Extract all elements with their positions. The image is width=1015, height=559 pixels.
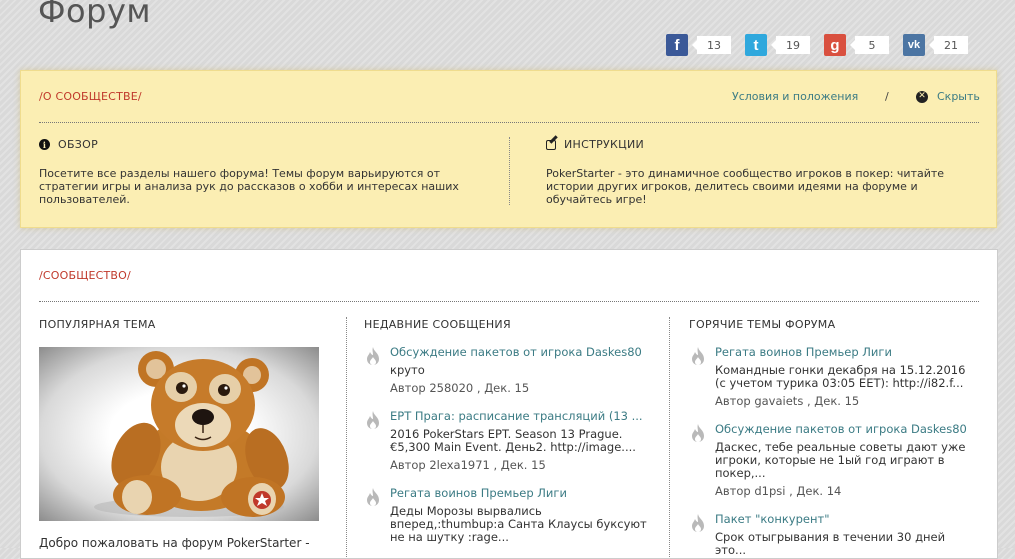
- instructions-heading-label: ИНСТРУКЦИИ: [564, 138, 645, 151]
- post-title-link[interactable]: Регата воинов Премьер Лиги: [390, 486, 647, 500]
- share-twitter[interactable]: t 19: [745, 34, 810, 56]
- post-title-link[interactable]: EPT Прага: расписание трансляций (13 ...: [390, 409, 647, 423]
- vk-icon[interactable]: vk: [903, 34, 925, 56]
- hot-topics-column: ГОРЯЧИЕ ТЕМЫ ФОРУМА Регата воинов Премье…: [689, 318, 979, 557]
- post-meta: Автор 258020 , Дек. 15: [390, 381, 530, 395]
- flame-icon: [364, 345, 382, 395]
- share-count: 5: [850, 36, 889, 54]
- divider: [39, 122, 979, 123]
- separator: /: [885, 90, 889, 103]
- list-item: Пакет "конкурент" Срок отыгрывания в теч…: [689, 512, 979, 557]
- post-excerpt: Срок отыгрывания в течении 30 дней это..…: [715, 530, 946, 557]
- hide-button[interactable]: ✕ Скрыть: [916, 90, 980, 103]
- flame-icon: [364, 409, 382, 472]
- post-excerpt: Деды Морозы вырвались вперед,:thumbup:а …: [390, 504, 647, 544]
- community-panel: /СООБЩЕСТВО/ ПОПУЛЯРНАЯ ТЕМА Добро пожал…: [20, 249, 998, 559]
- list-item: Обсуждение пакетов от игрока Daskes80 кр…: [364, 345, 647, 395]
- share-vkontakte[interactable]: vk 21: [903, 34, 968, 56]
- flame-icon: [689, 422, 707, 498]
- share-count: 13: [692, 36, 731, 54]
- about-community-panel: /О СООБЩЕСТВЕ/ Условия и положения / ✕ С…: [20, 70, 997, 228]
- section-label: /О СООБЩЕСТВЕ/: [39, 90, 142, 103]
- flame-icon: [689, 345, 707, 408]
- social-share-bar: f 13 t 19 g 5 vk 21: [666, 34, 970, 56]
- column-divider: [509, 137, 510, 205]
- share-count: 21: [929, 36, 968, 54]
- divider: [39, 301, 979, 302]
- overview-heading: i ОБЗОР: [39, 138, 479, 151]
- post-excerpt: круто: [390, 363, 425, 377]
- post-meta: Автор gavaiets , Дек. 15: [715, 394, 860, 408]
- post-excerpt: Командные гонки декабря на 15.12.2016 (с…: [715, 363, 966, 390]
- popular-topic-image[interactable]: [39, 347, 319, 521]
- column-divider: [346, 317, 347, 557]
- flame-icon: [689, 512, 707, 557]
- list-item: Регата воинов Премьер Лиги Деды Морозы в…: [364, 486, 647, 544]
- hot-topics-title: ГОРЯЧИЕ ТЕМЫ ФОРУМА: [689, 318, 836, 331]
- section-label: /СООБЩЕСТВО/: [39, 269, 131, 282]
- teddy-bear-image: [94, 351, 289, 517]
- post-title-link[interactable]: Регата воинов Премьер Лиги: [715, 345, 979, 359]
- google-plus-icon[interactable]: g: [824, 34, 846, 56]
- post-title-link[interactable]: Обсуждение пакетов от игрока Daskes80: [715, 422, 979, 436]
- popular-topic-column: ПОПУЛЯРНАЯ ТЕМА Добро пожаловать на фору…: [39, 318, 321, 550]
- post-excerpt: 2016 PokerStars EPT. Season 13 Prague. €…: [390, 427, 636, 454]
- list-item: Обсуждение пакетов от игрока Daskes80 Да…: [689, 422, 979, 498]
- list-item: EPT Прага: расписание трансляций (13 ...…: [364, 409, 647, 472]
- hide-link[interactable]: Скрыть: [937, 90, 980, 103]
- post-title-link[interactable]: Пакет "конкурент": [715, 512, 979, 526]
- post-meta: Автор d1psi , Дек. 14: [715, 484, 842, 498]
- share-facebook[interactable]: f 13: [666, 34, 731, 56]
- instructions-text: PokerStarter - это динамичное сообщество…: [546, 167, 945, 206]
- edit-icon: [546, 139, 556, 150]
- column-divider: [669, 317, 670, 557]
- share-google-plus[interactable]: g 5: [824, 34, 889, 56]
- popular-topic-title: ПОПУЛЯРНАЯ ТЕМА: [39, 318, 156, 331]
- share-count: 19: [771, 36, 810, 54]
- overview-column: i ОБЗОР Посетите все разделы нашего фору…: [39, 138, 479, 206]
- recent-posts-column: НЕДАВНИЕ СООБЩЕНИЯ Обсуждение пакетов от…: [364, 318, 647, 544]
- instructions-heading: ИНСТРУКЦИИ: [546, 138, 971, 151]
- close-icon[interactable]: ✕: [916, 90, 928, 103]
- overview-text: Посетите все разделы нашего форума! Темы…: [39, 167, 459, 206]
- page-title: Форум: [38, 0, 152, 30]
- post-excerpt: Даскес, тебе реальные советы дают уже иг…: [715, 440, 966, 480]
- overview-heading-label: ОБЗОР: [58, 138, 99, 151]
- post-title-link[interactable]: Обсуждение пакетов от игрока Daskes80: [390, 345, 647, 359]
- flame-icon: [364, 486, 382, 544]
- terms-link[interactable]: Условия и положения: [732, 90, 858, 103]
- instructions-column: ИНСТРУКЦИИ PokerStarter - это динамичное…: [546, 138, 971, 206]
- post-meta: Автор 2lexa1971 , Дек. 15: [390, 458, 546, 472]
- recent-posts-title: НЕДАВНИЕ СООБЩЕНИЯ: [364, 318, 511, 331]
- twitter-icon[interactable]: t: [745, 34, 767, 56]
- facebook-icon[interactable]: f: [666, 34, 688, 56]
- info-icon: i: [39, 139, 50, 150]
- list-item: Регата воинов Премьер Лиги Командные гон…: [689, 345, 979, 408]
